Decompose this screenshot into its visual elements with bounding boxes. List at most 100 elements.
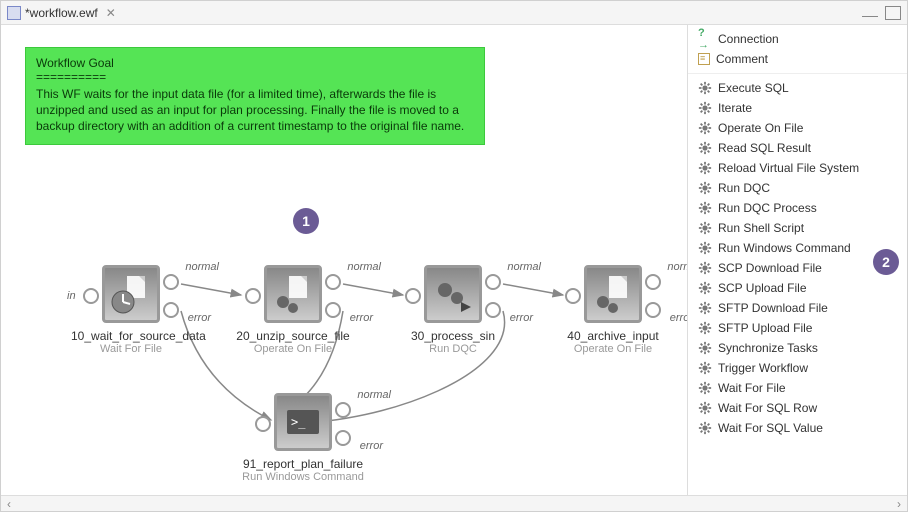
gear-icon <box>698 361 712 375</box>
callout-1: 1 <box>293 208 319 234</box>
scroll-right-icon[interactable]: › <box>891 497 907 511</box>
palette-task-label: Execute SQL <box>718 81 789 95</box>
palette-task-label: Trigger Workflow <box>718 361 808 375</box>
node-name: 20_unzip_source_file <box>233 329 353 343</box>
palette-task-label: SFTP Upload File <box>718 321 812 335</box>
node-wait-for-file[interactable]: in normal error 10_wait_for_source_data … <box>71 265 191 355</box>
port-normal[interactable] <box>645 274 661 290</box>
node-type: Run DQC <box>393 343 513 355</box>
port-in[interactable] <box>83 288 99 304</box>
palette-label: Connection <box>718 32 779 46</box>
port-in[interactable] <box>405 288 421 304</box>
palette-task-item[interactable]: Run DQC Process <box>688 198 907 218</box>
file-icon <box>7 6 21 20</box>
palette-task-label: SCP Download File <box>718 261 822 275</box>
palette-task-item[interactable]: Wait For File <box>688 378 907 398</box>
palette-separator <box>688 73 907 74</box>
palette-task-item[interactable]: Run DQC <box>688 178 907 198</box>
goal-separator: ========== <box>36 70 474 84</box>
port-error[interactable] <box>645 302 661 318</box>
maximize-button[interactable] <box>885 6 901 20</box>
palette-task-item[interactable]: Operate On File <box>688 118 907 138</box>
gear-icon <box>698 381 712 395</box>
palette-task-label: Operate On File <box>718 121 803 135</box>
palette-task-item[interactable]: SCP Upload File <box>688 278 907 298</box>
port-in[interactable] <box>245 288 261 304</box>
port-normal[interactable] <box>325 274 341 290</box>
goal-comment[interactable]: Workflow Goal ========== This WF waits f… <box>25 47 485 145</box>
minimize-button[interactable] <box>862 9 878 17</box>
gear-icon <box>698 101 712 115</box>
label-normal: normal <box>347 261 381 273</box>
port-error[interactable] <box>325 302 341 318</box>
gear-icon <box>698 341 712 355</box>
palette-task-item[interactable]: SFTP Upload File <box>688 318 907 338</box>
label-error: error <box>510 312 533 324</box>
scroll-left-icon[interactable]: ‹ <box>1 497 17 511</box>
palette-task-label: Run DQC Process <box>718 201 817 215</box>
palette-task-item[interactable]: Execute SQL <box>688 78 907 98</box>
svg-text:>_: >_ <box>291 415 306 429</box>
label-in: in <box>67 290 76 302</box>
titlebar: *workflow.ewf ✕ <box>1 1 907 25</box>
node-type: Wait For File <box>71 343 191 355</box>
label-error: error <box>360 440 383 452</box>
palette-task-item[interactable]: Wait For SQL Row <box>688 398 907 418</box>
close-tab-icon[interactable]: ✕ <box>106 6 116 20</box>
palette-task-item[interactable]: Trigger Workflow <box>688 358 907 378</box>
palette-task-item[interactable]: SFTP Download File <box>688 298 907 318</box>
horizontal-scrollbar[interactable]: ‹ › <box>1 495 907 511</box>
palette-task-label: Synchronize Tasks <box>718 341 818 355</box>
gear-icon <box>698 81 712 95</box>
label-error: error <box>188 312 211 324</box>
node-type: Operate On File <box>553 343 673 355</box>
palette: 2 ?→ Connection Comment Execute SQL Itera… <box>687 25 907 495</box>
node-name: 40_archive_input <box>553 329 673 343</box>
label-normal: normal <box>185 261 219 273</box>
palette-item-comment[interactable]: Comment <box>688 49 907 69</box>
goal-header: Workflow Goal <box>36 56 474 70</box>
label-normal: normal <box>667 261 687 273</box>
port-normal[interactable] <box>485 274 501 290</box>
palette-task-label: Run Shell Script <box>718 221 804 235</box>
gear-icon <box>698 141 712 155</box>
comment-icon <box>698 53 710 65</box>
port-error[interactable] <box>485 302 501 318</box>
port-error[interactable] <box>335 430 351 446</box>
palette-task-label: Reload Virtual File System <box>718 161 859 175</box>
palette-task-item[interactable]: Run Shell Script <box>688 218 907 238</box>
port-normal[interactable] <box>335 402 351 418</box>
gear-icon <box>698 201 712 215</box>
palette-label: Comment <box>716 52 768 66</box>
palette-item-connection[interactable]: ?→ Connection <box>688 29 907 49</box>
node-type: Run Windows Command <box>233 471 373 483</box>
node-name: 30_process_sin <box>393 329 513 343</box>
port-normal[interactable] <box>163 274 179 290</box>
node-run-dqc[interactable]: normal error 30_process_sin Run DQC <box>393 265 513 355</box>
tab-title: *workflow.ewf <box>25 6 98 20</box>
palette-task-label: Wait For SQL Value <box>718 421 823 435</box>
palette-top: ?→ Connection Comment <box>688 29 907 69</box>
palette-task-item[interactable]: Iterate <box>688 98 907 118</box>
port-in[interactable] <box>565 288 581 304</box>
palette-task-item[interactable]: Read SQL Result <box>688 138 907 158</box>
gear-icon <box>698 421 712 435</box>
gear-icon <box>698 241 712 255</box>
palette-task-label: SFTP Download File <box>718 301 828 315</box>
port-error[interactable] <box>163 302 179 318</box>
node-run-windows-command[interactable]: >_ normal error 91_report_plan_failure R… <box>233 393 373 483</box>
palette-task-item[interactable]: Wait For SQL Value <box>688 418 907 438</box>
callout-2: 2 <box>873 249 899 275</box>
node-operate-on-file-1[interactable]: normal error 20_unzip_source_file Operat… <box>233 265 353 355</box>
palette-task-item[interactable]: Reload Virtual File System <box>688 158 907 178</box>
connection-icon: ?→ <box>698 32 712 46</box>
palette-task-label: Run Windows Command <box>718 241 851 255</box>
gear-icon <box>698 221 712 235</box>
palette-task-item[interactable]: Synchronize Tasks <box>688 338 907 358</box>
label-normal: normal <box>357 389 391 401</box>
port-in[interactable] <box>255 416 271 432</box>
node-operate-on-file-2[interactable]: normal error 40_archive_input Operate On… <box>553 265 673 355</box>
gear-icon <box>698 321 712 335</box>
workflow-canvas[interactable]: Workflow Goal ========== This WF waits f… <box>1 25 687 495</box>
gear-icon <box>698 261 712 275</box>
